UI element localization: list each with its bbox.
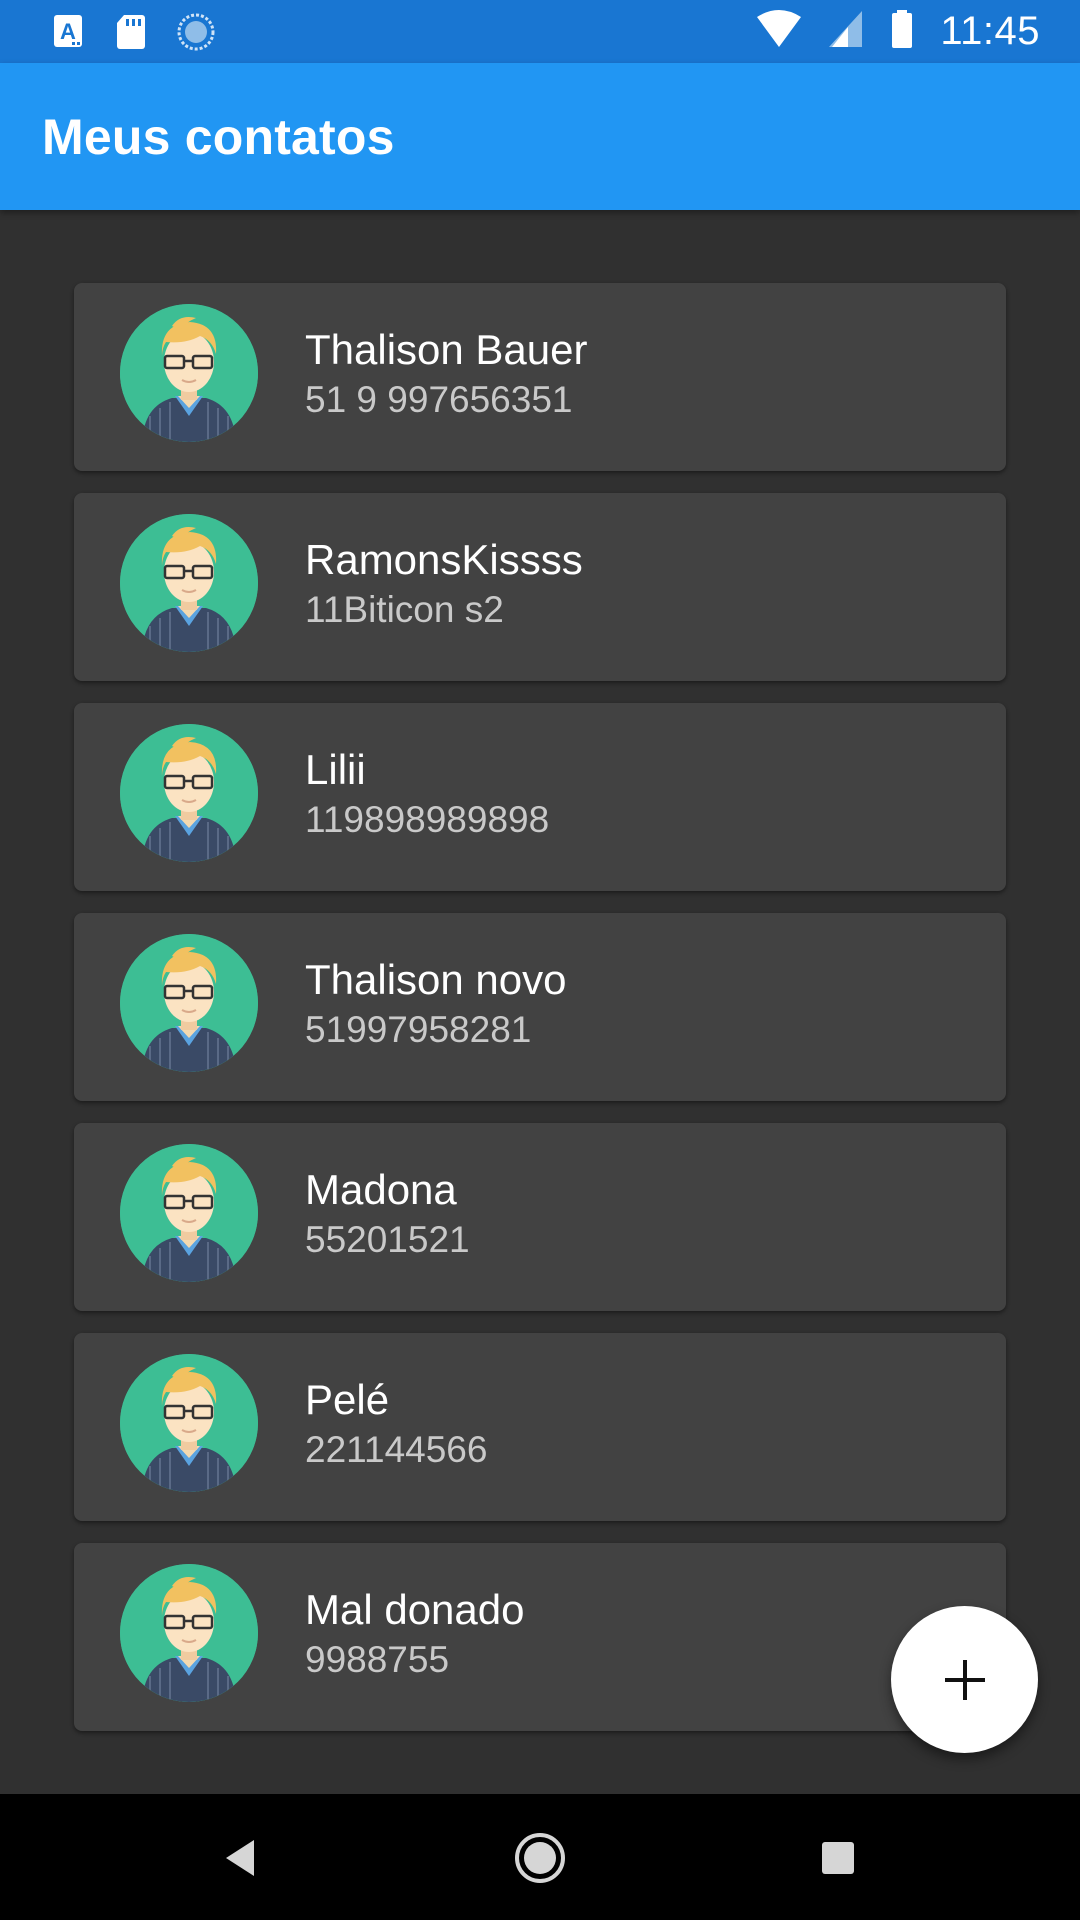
contact-text: Pelé 221144566 (305, 1375, 487, 1475)
contact-card[interactable]: Madona 55201521 (74, 1123, 1006, 1311)
contact-phone: 221144566 (305, 1429, 488, 1470)
contact-text: Thalison Bauer 51 9 997656351 (305, 325, 588, 425)
status-left: A (52, 12, 216, 52)
avatar (120, 514, 258, 652)
back-button[interactable] (214, 1830, 270, 1886)
contact-card[interactable]: RamonsKissss 11Biticon s2 (74, 493, 1006, 681)
contact-card[interactable]: Thalison Bauer 51 9 997656351 (74, 283, 1006, 471)
contact-phone: 9988755 (305, 1639, 450, 1680)
contact-phone: 55201521 (305, 1219, 470, 1260)
contact-list: Thalison Bauer 51 9 997656351 RamonsKiss… (74, 283, 1006, 1753)
avatar (120, 304, 258, 442)
contact-card[interactable]: Lilii 119898989898 (74, 703, 1006, 891)
contact-card[interactable]: Thalison novo 51997958281 (74, 913, 1006, 1101)
text-a-notification-icon: A (52, 12, 88, 52)
contact-text: Madona 55201521 (305, 1165, 470, 1265)
contact-name: Thalison novo (305, 956, 567, 1003)
contact-name: RamonsKissss (305, 536, 583, 583)
add-contact-button[interactable] (891, 1606, 1038, 1753)
sync-circle-icon (176, 12, 216, 52)
contact-text: RamonsKissss 11Biticon s2 (305, 535, 583, 635)
contact-name: Lilii (305, 746, 366, 793)
navigation-bar (0, 1794, 1080, 1920)
screen: A 11:45 Meus contatos Thalison Bauer 51 … (0, 0, 1080, 1920)
home-icon (515, 1833, 565, 1883)
contact-card[interactable]: Mal donado 9988755 (74, 1543, 1006, 1731)
recents-button[interactable] (810, 1830, 866, 1886)
page-title: Meus contatos (42, 108, 395, 165)
contact-text: Thalison novo 51997958281 (305, 955, 567, 1055)
avatar (120, 1564, 258, 1702)
status-right: 11:45 (756, 9, 1040, 54)
contact-name: Thalison Bauer (305, 326, 588, 373)
sd-card-icon (114, 12, 150, 52)
cell-signal-icon (828, 9, 864, 54)
svg-text:A: A (60, 19, 76, 44)
contact-name: Madona (305, 1166, 457, 1213)
wifi-icon (756, 9, 802, 54)
recents-icon (822, 1842, 854, 1874)
app-bar: Meus contatos (0, 63, 1080, 210)
avatar (120, 724, 258, 862)
contact-phone: 51997958281 (305, 1009, 532, 1050)
plus-icon (944, 1659, 985, 1700)
back-icon (226, 1840, 254, 1876)
contact-phone: 119898989898 (305, 799, 550, 840)
contact-phone: 51 9 997656351 (305, 379, 573, 420)
avatar (120, 1144, 258, 1282)
contact-name: Pelé (305, 1376, 390, 1423)
contact-text: Lilii 119898989898 (305, 745, 549, 845)
avatar (120, 934, 258, 1072)
avatar (120, 1354, 258, 1492)
contact-card[interactable]: Pelé 221144566 (74, 1333, 1006, 1521)
home-button[interactable] (512, 1830, 568, 1886)
contact-text: Mal donado 9988755 (305, 1585, 525, 1685)
battery-icon (890, 9, 914, 54)
status-time: 11:45 (940, 9, 1040, 53)
contact-name: Mal donado (305, 1586, 525, 1633)
status-bar: A 11:45 (0, 0, 1080, 63)
contact-phone: 11Biticon s2 (305, 589, 504, 630)
